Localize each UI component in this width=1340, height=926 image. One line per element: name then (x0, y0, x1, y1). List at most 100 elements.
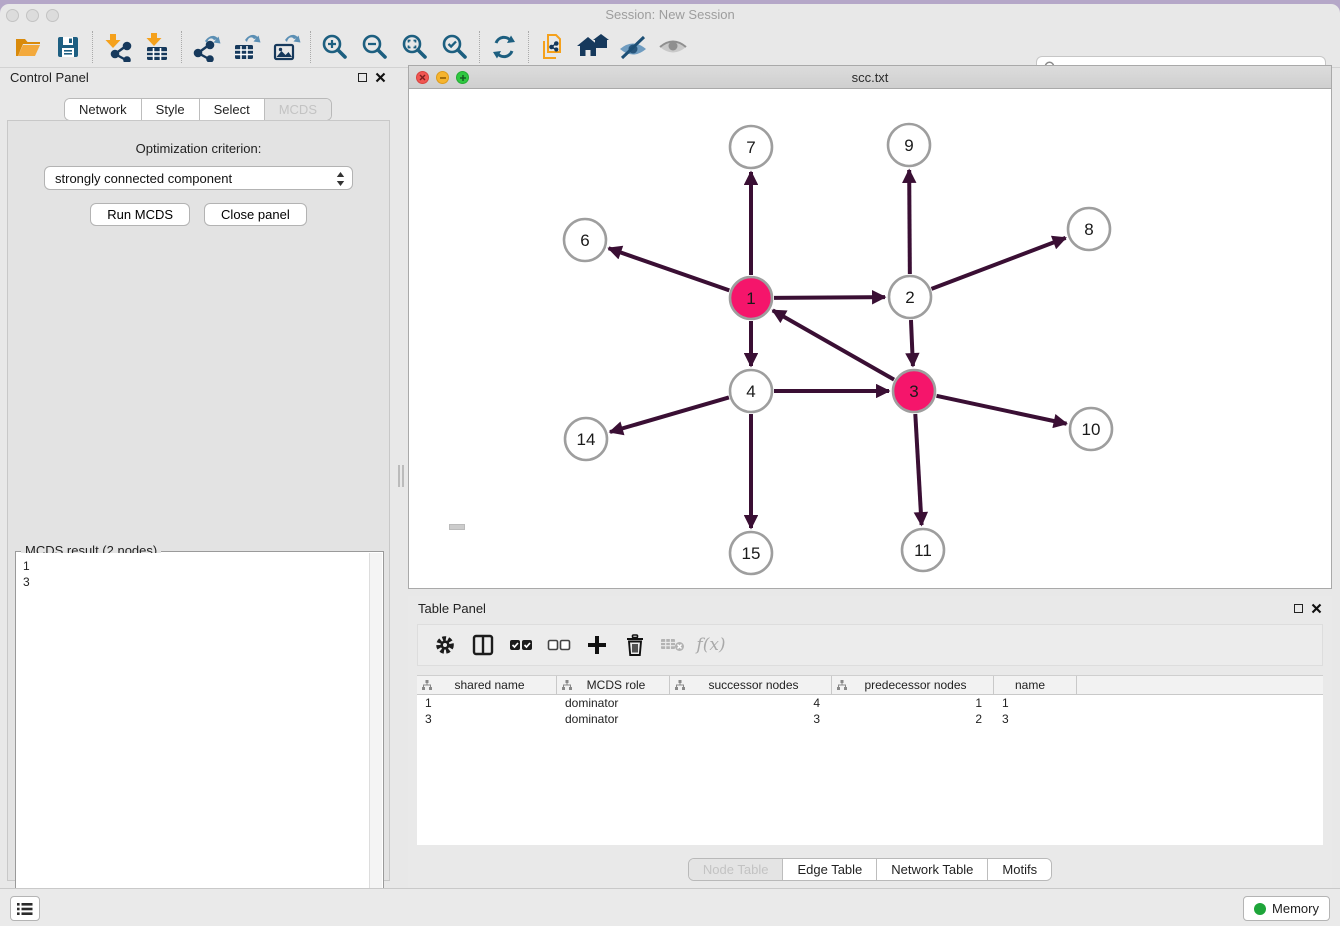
float-panel-icon[interactable] (358, 73, 367, 82)
table-panel-title: Table Panel (418, 601, 486, 616)
graph-node-3[interactable]: 3 (893, 370, 935, 412)
network-canvas[interactable]: 7 9 6 8 1 2 4 3 14 10 15 11 (409, 89, 1331, 588)
toolbar-divider (310, 31, 311, 63)
run-mcds-button[interactable]: Run MCDS (90, 203, 190, 226)
graph-node-6[interactable]: 6 (564, 219, 606, 261)
result-scrollbar[interactable] (369, 553, 382, 921)
graph-edge-2-3[interactable] (911, 320, 913, 366)
table-cell[interactable]: 1 (994, 695, 1077, 711)
import-network-icon[interactable] (97, 30, 137, 64)
close-table-panel-icon[interactable] (1311, 603, 1322, 614)
zoom-out-icon[interactable] (355, 30, 395, 64)
table-tab-edge-table[interactable]: Edge Table (783, 859, 877, 880)
horizontal-splitter-grip[interactable] (449, 524, 465, 530)
toolbar-divider (479, 31, 480, 63)
table-settings-icon[interactable] (428, 629, 462, 661)
graph-node-2[interactable]: 2 (889, 276, 931, 318)
column-header-shared-name[interactable]: shared name (417, 676, 557, 694)
table-row[interactable]: 1dominator411 (417, 695, 1323, 711)
graph-node-7[interactable]: 7 (730, 126, 772, 168)
graph-edge-1-6[interactable] (609, 248, 730, 290)
export-network-icon[interactable] (186, 30, 226, 64)
add-column-icon[interactable] (580, 629, 614, 661)
graph-node-14[interactable]: 14 (565, 418, 607, 460)
toolbar-divider (181, 31, 182, 63)
tab-network[interactable]: Network (65, 99, 142, 120)
table-cell[interactable]: 4 (670, 695, 832, 711)
table-cell[interactable]: 3 (994, 711, 1077, 727)
panel-splitter[interactable] (396, 65, 408, 888)
splitter-grip[interactable] (398, 465, 404, 487)
hide-selected-icon[interactable] (613, 30, 653, 64)
table-cell[interactable]: dominator (557, 695, 670, 711)
tab-select[interactable]: Select (200, 99, 265, 120)
tab-mcds[interactable]: MCDS (265, 99, 331, 120)
graph-edge-2-8[interactable] (932, 238, 1066, 289)
memory-button[interactable]: Memory (1243, 896, 1330, 921)
table-row[interactable]: 3dominator323 (417, 711, 1323, 727)
function-builder-icon[interactable]: f(x) (694, 629, 728, 661)
zoom-in-icon[interactable] (315, 30, 355, 64)
graph-edge-3-11[interactable] (915, 414, 921, 525)
delete-table-icon[interactable] (656, 629, 690, 661)
optimization-criterion-label: Optimization criterion: (8, 141, 389, 156)
table-cell[interactable]: 1 (417, 695, 557, 711)
column-header-name[interactable]: name (994, 676, 1077, 694)
graph-node-9[interactable]: 9 (888, 124, 930, 166)
show-all-icon[interactable] (653, 30, 693, 64)
column-header-predecessor-nodes[interactable]: predecessor nodes (832, 676, 994, 694)
zoom-selected-icon[interactable] (435, 30, 475, 64)
graph-node-10[interactable]: 10 (1070, 408, 1112, 450)
criterion-dropdown[interactable]: strongly connected component (44, 166, 353, 190)
graph-node-11[interactable]: 11 (902, 529, 944, 571)
zoom-fit-icon[interactable] (395, 30, 435, 64)
toolbar-divider (92, 31, 93, 63)
graph-edge-4-14[interactable] (610, 397, 729, 432)
select-all-icon[interactable] (504, 629, 538, 661)
column-layout-icon[interactable] (466, 629, 500, 661)
table-cell[interactable]: dominator (557, 711, 670, 727)
delete-column-icon[interactable] (618, 629, 652, 661)
deselect-all-icon[interactable] (542, 629, 576, 661)
table-panel: Table Panel (408, 596, 1332, 888)
svg-text:14: 14 (577, 430, 596, 449)
graph-node-1[interactable]: 1 (730, 277, 772, 319)
column-header-MCDS-role[interactable]: MCDS role (557, 676, 670, 694)
status-bar: Memory (0, 888, 1340, 926)
graph-node-4[interactable]: 4 (730, 370, 772, 412)
clone-network-icon[interactable] (533, 30, 573, 64)
save-session-icon[interactable] (48, 30, 88, 64)
list-icon (16, 901, 34, 917)
graph-edge-3-1[interactable] (773, 310, 894, 379)
close-panel-icon[interactable] (375, 72, 386, 83)
table-cell[interactable]: 3 (417, 711, 557, 727)
graph-edge-1-2[interactable] (774, 297, 885, 298)
graph-edge-3-10[interactable] (936, 396, 1066, 424)
task-history-button[interactable] (10, 896, 40, 921)
float-table-panel-icon[interactable] (1294, 604, 1303, 613)
open-session-icon[interactable] (8, 30, 48, 64)
graph-node-15[interactable]: 15 (730, 532, 772, 574)
table-cell[interactable]: 3 (670, 711, 832, 727)
refresh-layout-icon[interactable] (484, 30, 524, 64)
table-cell[interactable]: 1 (832, 695, 994, 711)
mcds-result-list[interactable]: 13 (17, 553, 368, 921)
tab-style[interactable]: Style (142, 99, 200, 120)
column-header-successor-nodes[interactable]: successor nodes (670, 676, 832, 694)
import-table-icon[interactable] (137, 30, 177, 64)
close-panel-button[interactable]: Close panel (204, 203, 307, 226)
result-item: 3 (23, 574, 362, 590)
export-image-icon[interactable] (266, 30, 306, 64)
control-panel: Control Panel NetworkStyleSelectMCDS Opt… (0, 65, 396, 888)
export-table-icon[interactable] (226, 30, 266, 64)
table-cell[interactable]: 2 (832, 711, 994, 727)
memory-label: Memory (1272, 901, 1319, 916)
svg-text:2: 2 (905, 288, 914, 307)
network-window-titlebar[interactable]: scc.txt (409, 66, 1331, 89)
table-tab-network-table[interactable]: Network Table (877, 859, 988, 880)
table-tab-node-table[interactable]: Node Table (689, 859, 784, 880)
graph-edge-2-9[interactable] (909, 170, 910, 274)
graph-node-8[interactable]: 8 (1068, 208, 1110, 250)
table-tab-motifs[interactable]: Motifs (988, 859, 1051, 880)
home-network-icon[interactable] (573, 30, 613, 64)
